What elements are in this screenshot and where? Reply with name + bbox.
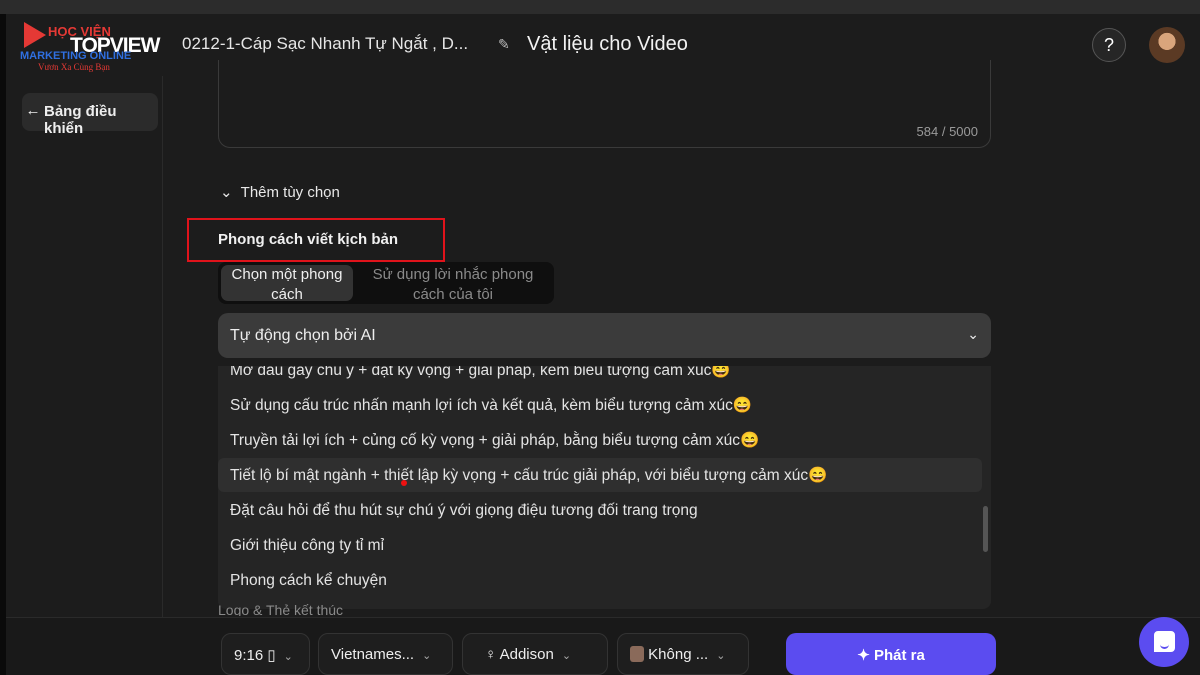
chevron-down-icon: ⌄: [561, 650, 572, 662]
logo: HỌC VIỆN TOPVIEW MARKETING ONLINE Vươn X…: [20, 20, 180, 72]
list-item[interactable]: Truyền tải lợi ích + củng cố kỳ vọng + g…: [218, 423, 982, 457]
chevron-down-icon: ⌄: [220, 184, 233, 201]
project-name[interactable]: 0212-1-Cáp Sạc Nhanh Tự Ngắt , D...: [182, 34, 468, 54]
generate-button[interactable]: ✦ Phát ra: [786, 633, 996, 675]
play-logo-icon: [24, 22, 46, 48]
style-options-list: Mở đầu gây chú ý + đặt kỳ vọng + giải ph…: [218, 366, 991, 609]
phone-icon: ▯: [267, 647, 276, 664]
script-textarea[interactable]: 584 / 5000: [218, 60, 991, 148]
ratio-value: 9:16: [234, 647, 264, 664]
sparkle-icon: ✦: [857, 647, 870, 664]
chat-support-button[interactable]: [1139, 617, 1189, 667]
more-options-toggle[interactable]: ⌄ Thêm tùy chọn: [220, 183, 340, 201]
left-edge: [0, 14, 6, 675]
avatar-thumb-icon: [630, 646, 644, 662]
edit-icon[interactable]: ✎: [498, 36, 510, 53]
language-select[interactable]: Vietnames... ⌄: [318, 633, 453, 675]
avatar[interactable]: [1149, 27, 1185, 63]
top-strip: [0, 0, 1200, 14]
cursor-dot: [401, 480, 407, 486]
list-item[interactable]: Sử dụng cấu trúc nhấn mạnh lợi ích và kế…: [218, 388, 982, 422]
style-select[interactable]: Tự động chọn bởi AI ⌄: [218, 313, 991, 358]
script-style-label: Phong cách viết kịch bản: [218, 231, 399, 248]
list-item[interactable]: Phong cách kể chuyện: [218, 564, 982, 598]
select-value: Tự động chọn bởi AI: [230, 327, 376, 344]
chevron-down-icon: ⌄: [283, 651, 293, 663]
logo-endcard-section-label: Logo & Thẻ kết thúc: [218, 602, 344, 616]
list-item[interactable]: Mở đầu gây chú ý + đặt kỳ vọng + giải ph…: [218, 366, 982, 387]
tab-choose-style[interactable]: Chọn một phong cách: [221, 265, 353, 303]
female-icon: ♀: [485, 646, 497, 663]
chevron-down-icon: ⌄: [422, 650, 432, 662]
arrow-left-icon: ←: [25, 102, 41, 119]
help-button[interactable]: ?: [1092, 28, 1126, 62]
language-value: Vietnames...: [331, 646, 415, 663]
scrollbar[interactable]: [983, 506, 988, 552]
logo-text: MARKETING ONLINE: [20, 50, 132, 62]
more-options-label: Thêm tùy chọn: [240, 184, 340, 201]
list-item[interactable]: Tiết lộ bí mật ngành + thiết lập kỳ vọng…: [218, 458, 982, 492]
chat-icon: [1154, 631, 1175, 652]
back-to-dashboard-button[interactable]: ← Bảng điều khiển: [22, 93, 158, 137]
avatar-value: Không ...: [648, 646, 709, 663]
list-item[interactable]: Giới thiệu công ty tỉ mỉ: [218, 529, 982, 563]
list-item[interactable]: Đặt câu hỏi để thu hút sự chú ý với giọn…: [218, 494, 982, 528]
ratio-select[interactable]: 9:16 ▯ ⌄: [221, 633, 310, 675]
logo-text: Vươn Xa Cùng Bạn: [38, 62, 110, 72]
page-title: Vật liệu cho Video: [527, 33, 688, 55]
style-mode-segment: Chọn một phong cách Sử dụng lời nhắc pho…: [218, 262, 554, 304]
tab-my-style-prompt[interactable]: Sử dụng lời nhắc phong cách của tôi: [363, 265, 543, 303]
voice-select[interactable]: ♀ Addison ⌄: [462, 633, 608, 675]
chevron-down-icon: ⌄: [967, 326, 979, 342]
voice-value: Addison: [499, 646, 554, 663]
chevron-down-icon: ⌄: [716, 650, 726, 662]
back-label: Bảng điều khiển: [44, 103, 117, 137]
char-count: 584 / 5000: [916, 124, 978, 139]
sidebar-divider: [162, 76, 163, 618]
avatar-select[interactable]: Không ... ⌄: [617, 633, 749, 675]
generate-label: Phát ra: [873, 647, 925, 664]
